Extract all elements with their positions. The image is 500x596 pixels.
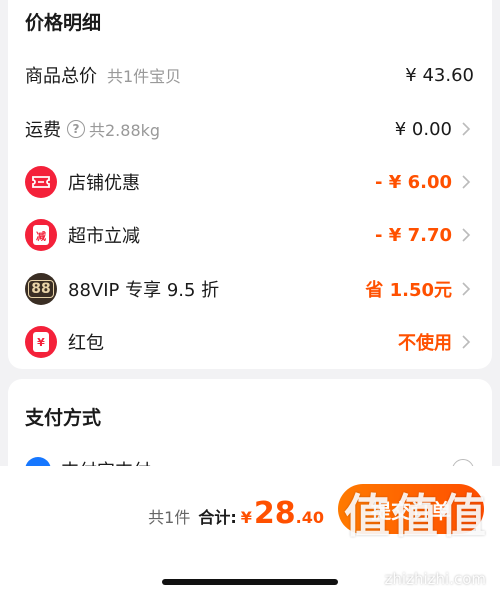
help-icon[interactable]: ? — [67, 120, 85, 138]
reduction-icon-text: 减 — [36, 231, 46, 243]
order-total: 共1件 合计: ¥ 28 .40 — [148, 496, 324, 531]
total-integer: 28 — [253, 496, 296, 531]
vip-discount-row[interactable]: 88 88VIP 专享 9.5 折 省 1.50元 — [8, 269, 492, 309]
chevron-right-icon — [458, 334, 474, 350]
goods-count-text: 共1件宝贝 — [107, 67, 182, 86]
vip-discount-label: 88VIP 专享 9.5 折 — [68, 280, 220, 301]
chevron-right-icon — [458, 174, 474, 190]
shipping-amount: ¥ 0.00 — [394, 118, 452, 140]
shop-discount-row[interactable]: 店铺优惠 - ¥ 6.00 — [8, 162, 492, 202]
market-discount-amount: - ¥ 7.70 — [375, 224, 452, 246]
market-discount-row[interactable]: 减 超市立减 - ¥ 7.70 — [8, 215, 492, 255]
shipping-row[interactable]: 运费 ? 共2.88kg ¥ 0.00 — [8, 109, 492, 149]
shipping-weight: 共2.88kg — [89, 121, 161, 140]
total-label: 合计: — [198, 508, 237, 527]
vip-icon-text: 88 — [28, 280, 54, 298]
watermark-url: zhizhizhi.com — [384, 570, 486, 588]
goods-total-label: 商品总价 — [25, 66, 97, 87]
chevron-right-icon — [458, 227, 474, 243]
red-packet-row[interactable]: ¥ 红包 不使用 — [8, 322, 492, 362]
vip-savings-amount: 省 1.50元 — [365, 280, 452, 301]
total-currency: ¥ — [240, 508, 252, 527]
goods-total-amount: ¥ 43.60 — [405, 64, 474, 86]
home-indicator[interactable] — [162, 579, 338, 585]
watermark-logo: 值值值 — [344, 489, 488, 543]
goods-total-row: 商品总价 共1件宝贝 ¥ 43.60 — [8, 55, 492, 95]
red-packet-status: 不使用 — [398, 333, 452, 354]
coupon-icon — [25, 166, 57, 198]
shipping-label: 运费 — [25, 120, 61, 141]
red-packet-label: 红包 — [68, 333, 104, 354]
shop-discount-label: 店铺优惠 — [68, 173, 140, 194]
red-packet-icon-text: ¥ — [37, 335, 45, 349]
chevron-right-icon — [458, 121, 474, 137]
watermark: 值值值 — [344, 480, 488, 546]
reduction-icon: 减 — [25, 219, 57, 251]
price-details-card: 价格明细 商品总价 共1件宝贝 ¥ 43.60 运费 ? 共2.88kg ¥ 0… — [8, 0, 492, 369]
price-details-title: 价格明细 — [25, 12, 102, 34]
item-count: 共1件 — [148, 508, 191, 527]
red-packet-icon: ¥ — [25, 326, 57, 358]
shop-discount-amount: - ¥ 6.00 — [375, 171, 452, 193]
vip-88-icon: 88 — [25, 273, 57, 305]
market-discount-label: 超市立减 — [68, 226, 140, 247]
total-decimal: .40 — [295, 508, 324, 527]
chevron-right-icon — [458, 281, 474, 297]
payment-method-title: 支付方式 — [25, 407, 102, 429]
